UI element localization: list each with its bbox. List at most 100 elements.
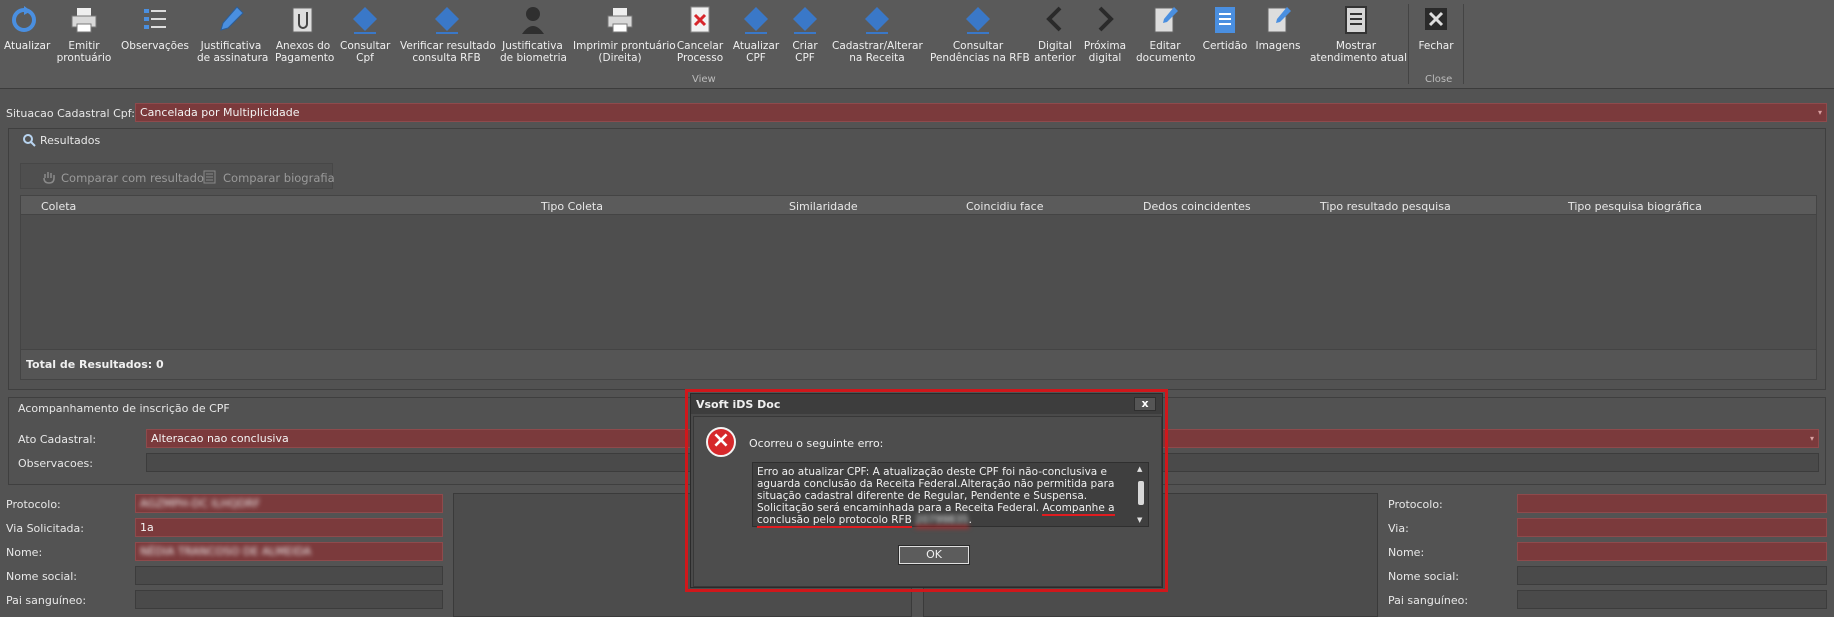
digital-anterior-button[interactable]: Digital anterior [1034, 4, 1076, 64]
cancel-document-icon [685, 4, 715, 36]
receita-federal-icon [432, 4, 462, 36]
proxima-digital-button[interactable]: Próxima digital [1083, 4, 1127, 64]
total-resultados: Total de Resultados: 0 [26, 358, 164, 371]
printer-icon [605, 4, 635, 36]
cancelar-processo-button[interactable]: Cancelar Processo [675, 4, 725, 64]
column-header[interactable]: Coleta [41, 200, 76, 213]
nome-label: Nome: [1388, 546, 1425, 559]
nome-field-right[interactable] [1517, 542, 1827, 561]
hand-icon [42, 170, 56, 184]
close-x-icon [1421, 4, 1451, 36]
comparar-biografia-button[interactable]: Comparar biografia [223, 171, 335, 185]
situacao-label: Situacao Cadastral Cpf: [6, 107, 135, 120]
verificar-resultado-rfb-button[interactable]: Verificar resultado consulta RFB [400, 4, 496, 64]
observacoes-label: Observacoes: [18, 457, 93, 470]
justificativa-assinatura-button[interactable]: Justificativa de assinatura [197, 4, 268, 64]
resultados-table-body[interactable] [20, 215, 1817, 350]
ato-cadastral-label: Ato Cadastral: [18, 433, 97, 446]
nome-field[interactable]: NÉDIA TRANCOSO DE ALMEIDA [135, 542, 443, 561]
editar-documento-button[interactable]: Editar documento [1136, 4, 1195, 64]
protocolo-field[interactable]: AGZMPH-DC ILHQDRF [135, 494, 443, 513]
column-header[interactable]: Similaridade [789, 200, 858, 213]
nome-social-label: Nome social: [6, 570, 78, 583]
column-header[interactable]: Tipo pesquisa biográfica [1568, 200, 1702, 213]
column-header[interactable]: Tipo resultado pesquisa [1320, 200, 1451, 213]
dropdown-arrow-icon: ▾ [1817, 108, 1822, 117]
ribbon-toolbar: Atualizar Emitir prontuário Observações … [0, 0, 1834, 89]
dialog-title-bar: Vsoft iDS Doc x [691, 394, 1162, 414]
nome-social-field-right[interactable] [1517, 566, 1827, 585]
images-icon [1263, 4, 1293, 36]
receita-federal-icon [741, 4, 771, 36]
consultar-cpf-button[interactable]: Consultar Cpf [340, 4, 390, 64]
group-separator [1408, 4, 1409, 84]
list-icon [140, 4, 170, 36]
receita-federal-icon [963, 4, 993, 36]
pai-sanguineo-label: Pai sanguíneo: [1388, 594, 1469, 607]
dialog-body: × Ocorreu o seguinte erro: Erro ao atual… [693, 416, 1162, 587]
scroll-up-icon[interactable]: ▲ [1137, 465, 1142, 473]
protocolo-field-right[interactable] [1517, 494, 1827, 513]
scroll-thumb[interactable] [1138, 481, 1144, 505]
scroll-down-icon[interactable]: ▼ [1137, 516, 1142, 524]
column-header[interactable]: Tipo Coleta [541, 200, 603, 213]
fechar-button[interactable]: Fechar [1414, 4, 1458, 52]
observacoes-button[interactable]: Observações [120, 4, 190, 52]
pai-sanguineo-field[interactable] [135, 590, 443, 609]
anexos-pagamento-button[interactable]: Anexos do Pagamento [275, 4, 334, 64]
nome-social-label: Nome social: [1388, 570, 1460, 583]
via-label: Via: [1388, 522, 1409, 535]
mostrar-atendimento-button[interactable]: Mostrar atendimento atual [1310, 4, 1407, 64]
search-icon [22, 133, 36, 147]
certidao-button[interactable]: Certidão [1202, 4, 1248, 52]
message-scrollbar[interactable]: ▲ ▼ [1136, 465, 1146, 524]
acompanhamento-title: Acompanhamento de inscrição de CPF [18, 402, 230, 415]
document-icon [203, 170, 216, 184]
atualizar-button[interactable]: Atualizar [4, 4, 50, 52]
dialog-close-button[interactable]: x [1134, 397, 1156, 411]
error-heading: Ocorreu o seguinte erro: [749, 437, 884, 450]
certificate-icon [1210, 4, 1240, 36]
chevron-left-icon [1040, 4, 1070, 36]
via-solicitada-label: Via Solicitada: [6, 522, 84, 535]
pai-sanguineo-label: Pai sanguíneo: [6, 594, 87, 607]
edit-document-icon [1150, 4, 1180, 36]
column-header[interactable]: Coincidiu face [966, 200, 1043, 213]
chevron-right-icon [1090, 4, 1120, 36]
imagens-button[interactable]: Imagens [1254, 4, 1302, 52]
error-message-box[interactable]: Erro ao atualizar CPF: A atualização des… [752, 462, 1149, 528]
dialog-title: Vsoft iDS Doc [696, 398, 781, 411]
person-icon [518, 4, 548, 36]
resultados-title: Resultados [40, 134, 101, 147]
document-icon [1341, 4, 1371, 36]
justificativa-biometria-button[interactable]: Justificativa de biometria [500, 4, 567, 64]
comparar-resultado-button[interactable]: Comparar com resultado [61, 171, 204, 185]
error-icon: × [706, 427, 736, 457]
receita-federal-icon [790, 4, 820, 36]
group-close-label: Close [1425, 74, 1453, 85]
protocol-number: 20799835 [915, 514, 969, 528]
nome-label: Nome: [6, 546, 43, 559]
column-header[interactable]: Dedos coincidentes [1143, 200, 1251, 213]
protocolo-label: Protocolo: [6, 498, 61, 511]
atualizar-cpf-button[interactable]: Atualizar CPF [732, 4, 780, 64]
resultados-table-header: Coleta Tipo Coleta Similaridade Coincidi… [20, 195, 1817, 215]
ok-button[interactable]: OK [898, 545, 970, 565]
criar-cpf-button[interactable]: Criar CPF [786, 4, 824, 64]
pai-sanguineo-field-right[interactable] [1517, 590, 1827, 609]
consultar-pendencias-rfb-button[interactable]: Consultar Pendências na RFB [930, 4, 1030, 64]
receita-federal-icon [350, 4, 380, 36]
imprimir-prontuario-direita-button[interactable]: Imprimir prontuário (Direita) [573, 4, 676, 64]
emitir-prontuario-button[interactable]: Emitir prontuário [55, 4, 113, 64]
via-field-right[interactable] [1517, 518, 1827, 537]
refresh-icon [9, 4, 39, 36]
dropdown-arrow-icon: ▾ [1809, 434, 1814, 443]
error-message: Erro ao atualizar CPF: A atualização des… [757, 466, 1115, 528]
error-dialog: Vsoft iDS Doc x × Ocorreu o seguinte err… [690, 393, 1163, 588]
situacao-select[interactable]: Cancelada por Multiplicidade ▾ [135, 103, 1827, 122]
printer-icon [69, 4, 99, 36]
cadastrar-alterar-receita-button[interactable]: Cadastrar/Alterar na Receita [832, 4, 923, 64]
nome-social-field[interactable] [135, 566, 443, 585]
protocolo-label: Protocolo: [1388, 498, 1443, 511]
via-solicitada-field[interactable]: 1a [135, 518, 443, 537]
